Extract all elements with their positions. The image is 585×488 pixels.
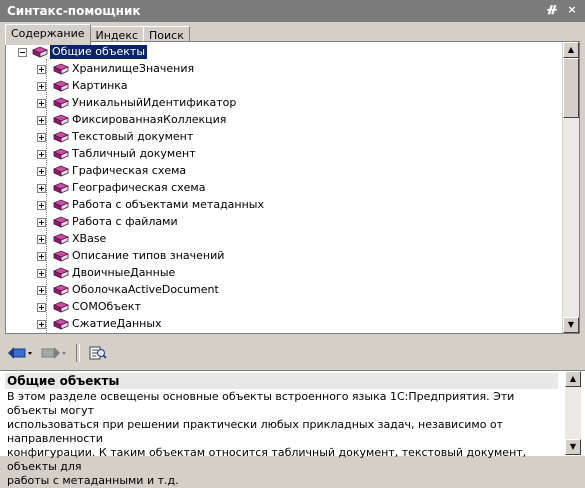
- tree-item-label[interactable]: ДвоичныеДанные: [70, 266, 177, 280]
- find-in-contents-icon: [89, 346, 107, 360]
- sync-contents-button[interactable]: [87, 343, 109, 363]
- tree-item-label[interactable]: XBase: [70, 232, 108, 246]
- book-icon: [53, 63, 69, 75]
- book-icon: [53, 233, 69, 245]
- tree-item-label[interactable]: Географическая схема: [70, 181, 207, 195]
- book-icon: [53, 165, 69, 177]
- description-line: использоваться при решении практически л…: [7, 418, 504, 445]
- tree-item-label[interactable]: ОболочкаActiveDocument: [70, 283, 221, 297]
- expand-icon[interactable]: [37, 286, 46, 295]
- expand-icon[interactable]: [37, 150, 46, 159]
- book-icon: [53, 114, 69, 126]
- tree-item-label[interactable]: Табличный документ: [70, 147, 198, 161]
- tab-strip: Содержание Индекс Поиск: [5, 24, 190, 45]
- book-icon: [53, 284, 69, 296]
- nav-toolbar: [5, 342, 109, 364]
- book-icon: [32, 46, 48, 58]
- pin-icon[interactable]: ᚌ: [545, 3, 559, 17]
- expand-icon[interactable]: [37, 320, 46, 329]
- window-title: Синтакс-помощник: [7, 4, 141, 18]
- book-icon: [53, 301, 69, 313]
- desc-scroll-down-icon[interactable]: ▼: [565, 439, 581, 455]
- forward-arrow-icon: [41, 347, 66, 359]
- expand-icon[interactable]: [37, 65, 46, 74]
- expand-icon[interactable]: [37, 201, 46, 210]
- desc-scroll-up-icon[interactable]: ▲: [565, 371, 581, 387]
- description-title: Общие объекты: [5, 373, 558, 389]
- tree-item-label[interactable]: Текстовый документ: [70, 130, 195, 144]
- book-icon: [53, 250, 69, 262]
- book-icon: [53, 148, 69, 160]
- tree-scrollbar[interactable]: ▲ ▼: [562, 42, 579, 333]
- scroll-thumb[interactable]: [563, 58, 579, 118]
- book-icon: [53, 80, 69, 92]
- collapse-icon[interactable]: [18, 48, 27, 57]
- tree-root-label[interactable]: Общие объекты: [50, 45, 148, 59]
- expand-icon[interactable]: [37, 116, 46, 125]
- book-icon: [53, 318, 69, 330]
- tree-item-label[interactable]: Работа с объектами метаданных: [70, 198, 266, 212]
- tree-item-label[interactable]: Графическая схема: [70, 164, 188, 178]
- expand-icon[interactable]: [37, 133, 46, 142]
- expand-icon[interactable]: [37, 82, 46, 91]
- description-line: В этом разделе освещены основные объекты…: [7, 390, 515, 417]
- expand-icon[interactable]: [37, 218, 46, 227]
- expand-icon[interactable]: [37, 303, 46, 312]
- toolbar-separator: [76, 344, 80, 362]
- expand-icon[interactable]: [37, 252, 46, 261]
- tree-item-label[interactable]: Работа с файлами: [70, 215, 180, 229]
- scroll-up-icon[interactable]: ▲: [563, 42, 579, 58]
- book-icon: [53, 131, 69, 143]
- tree-item-label[interactable]: ФиксированнаяКоллекция: [70, 113, 228, 127]
- description-line: конфигурации. К таким объектам относится…: [7, 446, 527, 473]
- expand-icon[interactable]: [37, 269, 46, 278]
- expand-icon[interactable]: [37, 99, 46, 108]
- back-button[interactable]: [5, 343, 35, 363]
- window-titlebar: Синтакс-помощник ᚌ ×: [0, 0, 585, 22]
- tree-item-label[interactable]: ХранилищеЗначения: [70, 62, 196, 76]
- close-icon[interactable]: ×: [565, 3, 579, 17]
- book-icon: [53, 97, 69, 109]
- tree-item-label[interactable]: Описание типов значений: [70, 249, 226, 263]
- expand-icon[interactable]: [37, 167, 46, 176]
- expand-icon[interactable]: [37, 235, 46, 244]
- book-icon: [53, 267, 69, 279]
- tree-item-label[interactable]: COMОбъект: [70, 300, 143, 314]
- description-scrollbar[interactable]: ▲ ▼: [565, 371, 581, 455]
- description-line: работы с метаданными и т.д.: [7, 474, 179, 487]
- tab-contents[interactable]: Содержание: [5, 24, 91, 45]
- back-arrow-icon: [8, 347, 32, 359]
- description-text: В этом разделе освещены основные объекты…: [7, 390, 558, 488]
- book-icon: [53, 182, 69, 194]
- forward-button[interactable]: [39, 343, 69, 363]
- description-pane: Общие объекты В этом разделе освещены ос…: [0, 370, 585, 487]
- tree-item-label[interactable]: Картинка: [70, 79, 130, 93]
- contents-panel: Общие объекты ХранилищеЗначения Картинка У…: [5, 41, 580, 334]
- book-icon: [53, 216, 69, 228]
- tree-item-label[interactable]: СжатиеДанных: [70, 317, 164, 331]
- contents-tree[interactable]: Общие объекты ХранилищеЗначения Картинка У…: [6, 42, 566, 333]
- tree-guide-line: [46, 59, 47, 333]
- tree-item-label[interactable]: УникальныйИдентификатор: [70, 96, 238, 110]
- expand-icon[interactable]: [37, 184, 46, 193]
- book-icon: [53, 199, 69, 211]
- scroll-down-icon[interactable]: ▼: [563, 317, 579, 333]
